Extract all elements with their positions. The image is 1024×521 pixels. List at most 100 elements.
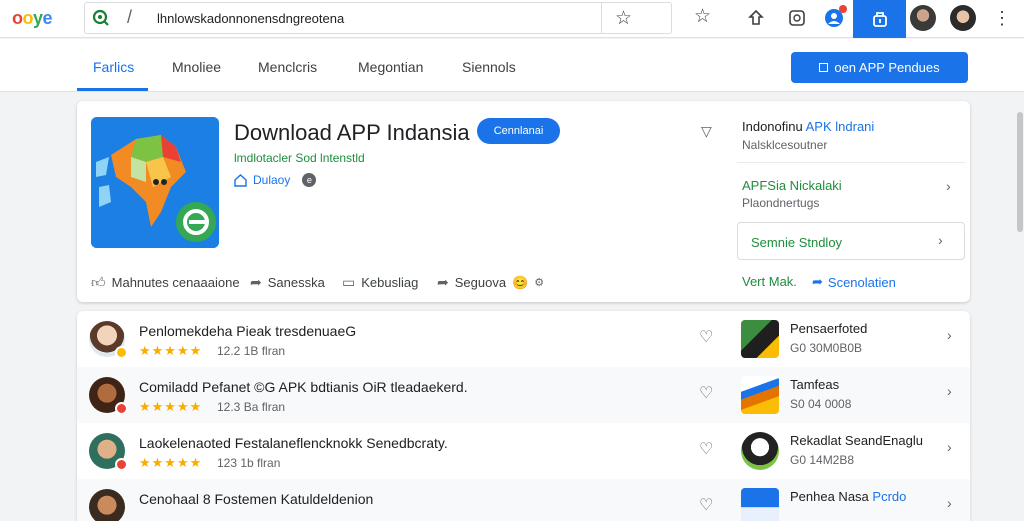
thumbnail[interactable] — [741, 376, 779, 414]
rating-stars: ★★★★★ — [139, 455, 203, 470]
puzzle-icon — [872, 12, 887, 27]
like-action[interactable]: 👍︎ Mahnutes cenaaaione — [91, 274, 240, 291]
status-dot — [115, 402, 128, 415]
related-title[interactable]: Penhea Nasa Pcrdo — [790, 489, 906, 504]
side-panel-option-label: Semnie Stndloy — [751, 235, 843, 250]
list-item[interactable]: Penlomekdeha Pieak tresdenuaeG ★★★★★ 12.… — [77, 311, 970, 367]
related-title[interactable]: Tamfeas — [790, 377, 839, 392]
forward-arrow-icon: ➦ — [437, 274, 449, 290]
chevron-right-icon[interactable]: › — [947, 327, 952, 343]
side-panel-subtitle: Nalsklcesoutner — [742, 138, 828, 152]
side-panel-footer-share-label: Scenolatien — [827, 274, 896, 290]
side-panel-title: Indonofinu APK lndrani — [742, 119, 875, 134]
comment-icon: ▭ — [342, 274, 356, 290]
list-item-meta: 123 1b flran — [217, 456, 281, 470]
share-action[interactable]: ➦ Sanesska — [250, 274, 325, 291]
chevron-down-icon[interactable]: ▽ — [701, 123, 712, 140]
avatar — [89, 433, 128, 471]
list-item-title: Laokelenaoted Festalaneflencknokk Senedb… — [139, 435, 448, 451]
side-panel-option[interactable]: Semnie Stndloy › — [737, 222, 965, 260]
address-bar[interactable]: / lhnlowskadonnonensdngreotena ☆ — [84, 2, 672, 34]
account-avatar-secondary[interactable] — [950, 5, 976, 31]
avatar — [89, 489, 125, 521]
forward-action[interactable]: ➦ Seguova 😊 ⚙ — [437, 274, 544, 291]
list-item[interactable]: Laokelenaoted Festalaneflencknokk Senedb… — [77, 423, 970, 479]
settings-icon: ⚙ — [534, 277, 545, 289]
status-dot — [115, 458, 128, 471]
share-icon[interactable] — [744, 6, 768, 30]
app-card: Download APP Indansia Cennlanai lmdlotac… — [77, 101, 970, 302]
thumbnail[interactable] — [741, 432, 779, 470]
chevron-right-icon[interactable]: › — [946, 178, 951, 194]
status-dot — [115, 346, 128, 359]
related-meta: G0 30M0B0B — [790, 341, 863, 355]
info-icon[interactable]: e — [302, 173, 317, 187]
extensions-button[interactable] — [853, 0, 906, 38]
search-icon — [92, 9, 109, 26]
side-panel-link[interactable]: APFSia Nickalaki — [742, 178, 842, 193]
app-category[interactable]: Dulaoy e — [234, 173, 317, 187]
scrollbar-thumb[interactable] — [1017, 112, 1023, 232]
side-panel: Indonofinu APK lndrani Nalsklcesoutner A… — [727, 101, 970, 302]
browser-logo[interactable]: ooye — [12, 8, 53, 29]
share-action-label: Sanesska — [267, 275, 325, 290]
chevron-right-icon[interactable]: › — [947, 383, 952, 399]
comment-action-label: Kebusliag — [361, 275, 419, 290]
square-icon — [819, 63, 829, 72]
share-arrow-icon: ➦ — [812, 274, 823, 289]
list-item-title: Penlomekdeha Pieak tresdenuaeG — [139, 323, 357, 339]
notification-badge — [839, 5, 847, 13]
side-panel-footer-share[interactable]: ➦ Scenolatien — [812, 274, 896, 290]
bookmark-star-icon[interactable]: ☆ — [615, 7, 632, 30]
list-item-meta: 12.3 Ba flran — [217, 400, 286, 414]
comment-action[interactable]: ▭ Kebusliag — [342, 274, 418, 291]
chevron-right-icon[interactable]: › — [947, 439, 952, 455]
list-item[interactable]: Comiladd Pefanet ©G APK bdtianis OiR tle… — [77, 367, 970, 423]
tab-siennols[interactable]: Siennols — [462, 59, 516, 75]
avatar — [89, 377, 128, 415]
tab-farlics[interactable]: Farlics — [93, 59, 134, 75]
list-item[interactable]: Cenohaal 8 Fostemen Katuldeldenion ♡ Pen… — [77, 479, 970, 521]
open-app-button[interactable]: oen APP Pendues — [791, 52, 968, 83]
tab-menclcris[interactable]: Menclcris — [258, 59, 317, 75]
more-menu-icon[interactable]: ⋮ — [990, 6, 1014, 30]
avatar — [89, 321, 128, 359]
heart-icon[interactable]: ♡ — [699, 495, 713, 515]
heart-icon[interactable]: ♡ — [699, 383, 713, 403]
url-text[interactable]: lhnlowskadonnonensdngreotena — [157, 11, 344, 26]
tab-mnoliee[interactable]: Mnoliee — [172, 59, 221, 75]
thumbnail[interactable] — [741, 320, 779, 358]
related-title[interactable]: Pensaerfoted — [790, 321, 867, 336]
related-title[interactable]: Rekadlat SeandEnaglu — [790, 433, 923, 448]
related-meta: S0 04 0008 — [790, 397, 852, 411]
at-icon[interactable] — [785, 6, 809, 30]
thumbnail[interactable] — [741, 488, 779, 521]
heart-icon[interactable]: ♡ — [699, 327, 713, 347]
chevron-right-icon: › — [938, 232, 943, 248]
chevron-right-icon[interactable]: › — [947, 495, 952, 511]
nav-bar: Farlics Mnoliee Menclcris Megontian Sien… — [0, 39, 1024, 92]
map-icon — [91, 117, 219, 248]
side-panel-link-sub: Plaondnertugs — [742, 196, 820, 210]
emoji-icon: 😊 — [512, 274, 529, 290]
home-icon — [234, 173, 247, 187]
divider — [737, 162, 965, 163]
rating-stars: ★★★★★ — [139, 399, 203, 414]
app-status-badge[interactable]: Cennlanai — [477, 118, 560, 144]
side-panel-footer-link[interactable]: Vert Mak. — [742, 274, 797, 289]
scrollbar[interactable] — [1016, 92, 1024, 512]
star-icon[interactable]: ☆ — [694, 5, 711, 28]
heart-icon[interactable]: ♡ — [699, 439, 713, 459]
like-action-label: Mahnutes cenaaaione — [111, 275, 240, 290]
account-avatar[interactable] — [910, 5, 936, 31]
related-meta: G0 14M2B8 — [790, 453, 855, 467]
app-icon[interactable] — [91, 117, 219, 248]
active-tab-indicator — [77, 88, 148, 91]
list-item-title: Comiladd Pefanet ©G APK bdtianis OiR tle… — [139, 379, 468, 395]
forward-action-label: Seguova — [454, 275, 507, 290]
thumbs-up-icon: 👍︎ — [91, 274, 106, 290]
app-list: Penlomekdeha Pieak tresdenuaeG ★★★★★ 12.… — [77, 311, 970, 521]
tab-megontian[interactable]: Megontian — [358, 59, 423, 75]
app-developer[interactable]: lmdlotacler Sod lntenstld — [234, 151, 365, 165]
list-item-title: Cenohaal 8 Fostemen Katuldeldenion — [139, 491, 374, 507]
